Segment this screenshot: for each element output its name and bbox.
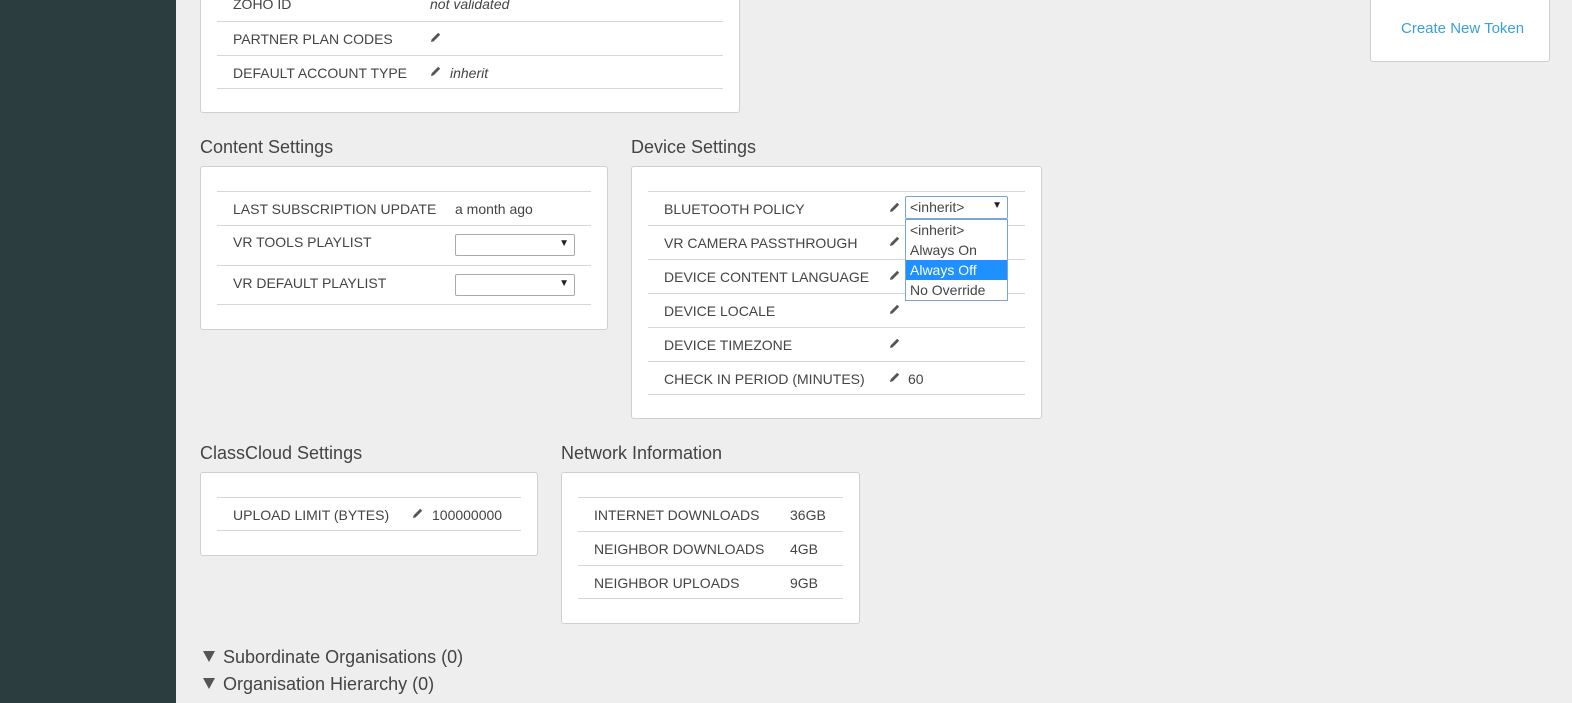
content-settings-panel: LAST SUBSCRIPTION UPDATE a month ago VR … — [200, 166, 608, 330]
zoho-id-row: ZOHO ID not validated — [217, 0, 723, 21]
option-always-on[interactable]: Always On — [906, 240, 1007, 260]
option-always-off[interactable]: Always Off — [906, 260, 1007, 280]
pencil-icon[interactable] — [412, 507, 424, 519]
organisation-hierarchy-toggle[interactable]: Organisation Hierarchy (0) — [203, 674, 434, 695]
subordinate-organisations-toggle[interactable]: Subordinate Organisations (0) — [203, 647, 463, 668]
neighbor-downloads-label: NEIGHBOR DOWNLOADS — [594, 541, 765, 557]
triangle-down-icon — [203, 678, 215, 689]
neighbor-uploads-value: 9GB — [790, 575, 819, 591]
organisation-hierarchy-label: Organisation Hierarchy (0) — [223, 674, 435, 694]
classcloud-settings-panel: UPLOAD LIMIT (BYTES) 100000000 — [200, 472, 538, 556]
default-account-type-value: inherit — [450, 65, 489, 81]
device-timezone-row: DEVICE TIMEZONE — [648, 327, 1025, 361]
pencil-icon[interactable] — [430, 65, 442, 77]
neighbor-uploads-label: NEIGHBOR UPLOADS — [594, 575, 740, 591]
pencil-icon[interactable] — [889, 371, 901, 383]
option-no-override[interactable]: No Override — [906, 280, 1007, 300]
internet-downloads-label: INTERNET DOWNLOADS — [594, 507, 760, 523]
partner-plan-codes-row: PARTNER PLAN CODES — [217, 21, 723, 55]
create-new-token-link[interactable]: Create New Token — [1401, 20, 1524, 37]
last-subscription-update-label: LAST SUBSCRIPTION UPDATE — [233, 201, 437, 217]
chevron-down-icon: ▼ — [992, 200, 1002, 211]
network-information-title: Network Information — [561, 443, 723, 463]
vr-tools-playlist-select[interactable]: ▼ — [455, 234, 575, 256]
neighbor-uploads-row: NEIGHBOR UPLOADS 9GB — [578, 565, 843, 599]
bluetooth-policy-value: <inherit> — [910, 199, 965, 215]
upload-limit-row: UPLOAD LIMIT (BYTES) 100000000 — [217, 497, 521, 531]
account-panel: ZOHO ID not validated PARTNER PLAN CODES… — [200, 0, 740, 113]
vr-tools-playlist-row: VR TOOLS PLAYLIST ▼ — [217, 225, 591, 265]
neighbor-downloads-value: 4GB — [790, 541, 819, 557]
pencil-icon[interactable] — [430, 31, 442, 43]
content-settings-title: Content Settings — [200, 137, 334, 157]
default-account-type-row: DEFAULT ACCOUNT TYPE inherit — [217, 55, 723, 89]
device-timezone-label: DEVICE TIMEZONE — [664, 337, 793, 353]
subordinate-organisations-label: Subordinate Organisations (0) — [223, 647, 464, 667]
network-information-panel: INTERNET DOWNLOADS 36GB NEIGHBOR DOWNLOA… — [561, 472, 860, 624]
token-panel: Create New Token — [1370, 0, 1550, 62]
internet-downloads-value: 36GB — [790, 507, 826, 523]
vr-default-playlist-select[interactable]: ▼ — [455, 274, 575, 296]
pencil-icon[interactable] — [889, 201, 901, 213]
chevron-down-icon: ▼ — [559, 278, 569, 289]
upload-limit-value: 100000000 — [432, 507, 503, 523]
pencil-icon[interactable] — [889, 269, 901, 281]
bluetooth-policy-select[interactable]: <inherit> ▼ — [905, 196, 1008, 219]
device-content-language-label: DEVICE CONTENT LANGUAGE — [664, 269, 870, 285]
device-settings-title: Device Settings — [631, 137, 757, 157]
upload-limit-label: UPLOAD LIMIT (BYTES) — [233, 507, 390, 523]
option-inherit[interactable]: <inherit> — [906, 220, 1007, 240]
bluetooth-policy-label: BLUETOOTH POLICY — [664, 201, 805, 217]
last-subscription-update-row: LAST SUBSCRIPTION UPDATE a month ago — [217, 191, 591, 225]
sidebar — [0, 0, 176, 703]
device-locale-label: DEVICE LOCALE — [664, 303, 776, 319]
partner-plan-codes-label: PARTNER PLAN CODES — [233, 31, 393, 47]
internet-downloads-row: INTERNET DOWNLOADS 36GB — [578, 497, 843, 531]
vr-camera-passthrough-label: VR CAMERA PASSTHROUGH — [664, 235, 858, 251]
bluetooth-policy-dropdown: <inherit> Always On Always Off No Overri… — [905, 219, 1008, 301]
triangle-down-icon — [203, 651, 215, 662]
vr-default-playlist-row: VR DEFAULT PLAYLIST ▼ — [217, 265, 591, 305]
neighbor-downloads-row: NEIGHBOR DOWNLOADS 4GB — [578, 531, 843, 565]
vr-tools-playlist-label: VR TOOLS PLAYLIST — [233, 234, 372, 250]
pencil-icon[interactable] — [889, 303, 901, 315]
check-in-period-row: CHECK IN PERIOD (MINUTES) 60 — [648, 361, 1025, 395]
default-account-type-label: DEFAULT ACCOUNT TYPE — [233, 65, 408, 81]
zoho-id-value: not validated — [430, 0, 510, 12]
chevron-down-icon: ▼ — [559, 238, 569, 249]
vr-default-playlist-label: VR DEFAULT PLAYLIST — [233, 275, 387, 291]
pencil-icon[interactable] — [889, 337, 901, 349]
zoho-id-label: ZOHO ID — [233, 0, 292, 12]
pencil-icon[interactable] — [889, 235, 901, 247]
check-in-period-value: 60 — [908, 371, 924, 387]
classcloud-settings-title: ClassCloud Settings — [200, 443, 363, 463]
check-in-period-label: CHECK IN PERIOD (MINUTES) — [664, 371, 865, 387]
last-subscription-update-value: a month ago — [455, 201, 533, 217]
